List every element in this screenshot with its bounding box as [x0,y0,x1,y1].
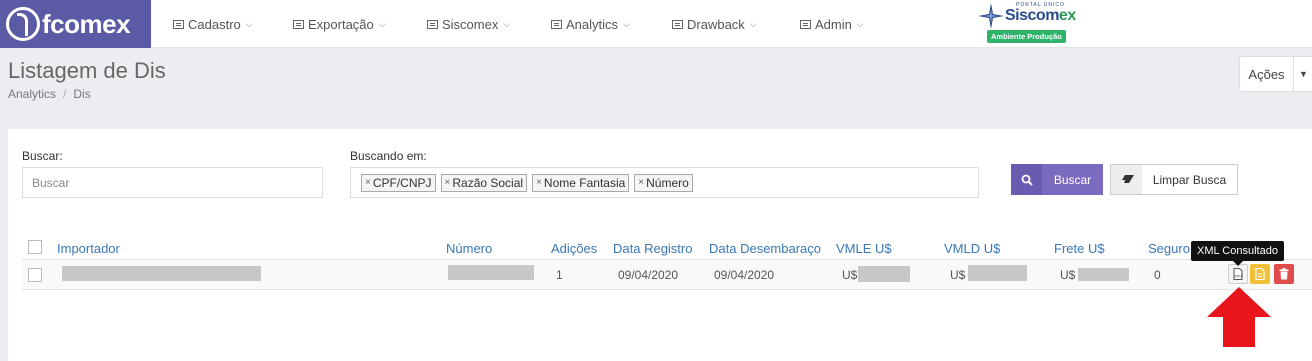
fcomex-logo[interactable]: fcomex [0,0,151,48]
pdf-file-icon [1255,268,1265,280]
search-fields-label: Buscando em: [350,149,427,163]
search-field-tag: × Número [634,173,693,192]
chevron-down-icon: ⌵ [856,18,864,29]
annotation-up-arrow-icon [1207,287,1271,347]
table-divider [22,289,1312,290]
list-icon [672,19,683,29]
column-header-adicoes[interactable]: Adições [551,241,597,256]
column-header-importador[interactable]: Importador [57,241,120,256]
clear-search-label: Limpar Busca [1152,172,1227,187]
svg-text:xml: xml [1234,274,1241,279]
caret-down-icon[interactable]: ▼ [1294,56,1312,92]
brand-name: fcomex [42,8,131,39]
chevron-down-icon: ⌵ [378,18,386,29]
redacted-frete [1078,268,1129,281]
cell-adicoes: 1 [556,268,563,282]
environment-badge: Ambiente Produção [987,30,1066,43]
page-title: Listagem de Dis [8,58,166,83]
column-header-vmld[interactable]: VMLD U$ [944,241,1000,256]
list-icon [173,19,184,29]
redacted-numero [448,265,534,280]
cell-vmle-prefix: U$ [842,268,858,282]
siscomex-name: Siscomex [1005,7,1076,24]
xml-consultado-tooltip: XML Consultado [1191,241,1284,266]
breadcrumb: Analytics / Dis [8,87,91,101]
nav-cadastro[interactable]: Cadastro ⌵ [173,0,253,48]
cell-frete-prefix: U$ [1060,268,1076,282]
cell-seguro: 0 [1154,268,1161,282]
chevron-down-icon: ⌵ [245,18,253,29]
cell-data-desembaraco: 09/04/2020 [714,268,775,282]
search-field-tag: × CPF/CNPJ [361,173,436,192]
nav-analytics[interactable]: Analytics ⌵ [551,0,630,48]
column-header-data-desembaraco[interactable]: Data Desembaraço [709,241,821,256]
nav-label: Analytics [566,16,619,32]
column-header-seguro[interactable]: Seguro [1148,241,1190,256]
chevron-down-icon: ⌵ [623,18,630,29]
nav-drawback[interactable]: Drawback ⌵ [672,0,757,48]
cell-vmld-prefix: U$ [950,268,966,282]
search-icon [1011,164,1042,195]
search-field-tag: × Nome Fantasia [532,173,630,192]
redacted-vmle [858,266,910,282]
compass-star-icon [978,3,1004,29]
nav-label: Admin [815,16,852,32]
remove-tag-icon[interactable]: × [365,177,371,188]
select-all-checkbox[interactable] [28,240,42,254]
nav-label: Drawback [687,16,745,32]
xml-file-icon: xml [1233,268,1243,280]
column-header-vmle[interactable]: VMLE U$ [836,241,892,256]
nav-admin[interactable]: Admin ⌵ [800,0,864,48]
nav-exportacao[interactable]: Exportação ⌵ [293,0,386,48]
row-checkbox[interactable] [28,268,42,282]
list-icon [800,19,811,29]
remove-tag-icon[interactable]: × [536,177,542,188]
search-label: Buscar: [22,149,63,163]
remove-tag-icon[interactable]: × [638,177,644,188]
redacted-vmld [968,265,1027,281]
actions-dropdown: Ações ▼ [1239,56,1312,92]
column-header-frete[interactable]: Frete U$ [1054,241,1105,256]
delete-button[interactable] [1274,264,1294,284]
nav-label: Siscomex [442,16,499,32]
cell-data-registro: 09/04/2020 [618,268,679,282]
chevron-down-icon: ⌵ [503,18,511,29]
trash-icon [1279,268,1289,280]
xml-consultado-button[interactable]: xml [1228,264,1248,284]
list-icon [427,19,438,29]
list-icon [293,19,304,29]
nav-label: Exportação [308,16,374,32]
search-button[interactable]: Buscar [1011,164,1103,195]
redacted-importador [62,266,261,281]
search-fields-select[interactable]: × CPF/CNPJ × Razão Social × Nome Fantasia ×… [350,167,979,198]
breadcrumb-analytics[interactable]: Analytics [8,87,56,101]
clear-search-button[interactable]: Limpar Busca [1110,164,1238,195]
search-input[interactable] [22,167,323,198]
pdf-button[interactable] [1250,264,1270,284]
search-button-label: Buscar [1053,172,1092,187]
siscomex-logo: PORTAL ÚNICO Siscomex Ambiente Produção [976,1,1076,45]
column-header-data-registro[interactable]: Data Registro [613,241,692,256]
top-navbar: fcomex Cadastro ⌵ Exportação ⌵ Siscomex … [0,0,1312,48]
search-field-tag: × Razão Social [440,173,528,192]
nav-label: Cadastro [188,16,241,32]
nav-siscomex[interactable]: Siscomex ⌵ [427,0,510,48]
fcomex-logo-mark [6,7,40,41]
chevron-down-icon: ⌵ [749,18,757,29]
eraser-icon [1111,165,1142,194]
breadcrumb-dis: Dis [73,87,91,101]
actions-button[interactable]: Ações [1239,56,1294,92]
column-header-numero[interactable]: Número [446,241,492,256]
list-icon [551,19,562,29]
remove-tag-icon[interactable]: × [445,177,451,188]
